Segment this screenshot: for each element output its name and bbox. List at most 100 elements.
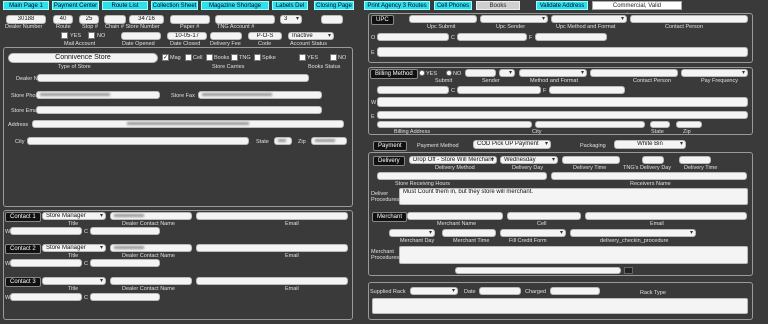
contact-1-name-field[interactable] [110,212,192,220]
contact-2-cell-field[interactable] [90,259,160,267]
billing-state-field[interactable] [650,121,670,128]
paper-field[interactable] [170,15,210,24]
validate-address-button[interactable]: Validate Address [536,1,588,10]
date-opened-field[interactable] [121,32,161,40]
receivers-name-field[interactable] [551,172,747,180]
contact-1-work-phone-field[interactable] [10,227,82,235]
billing-cell-field[interactable] [457,86,541,94]
billing-frequency-select[interactable] [681,69,748,77]
store-fax-field[interactable] [198,91,322,99]
fill-credit-form-select[interactable] [500,229,566,237]
print-agency-button[interactable]: Print Agency 3 Routes [364,1,430,10]
billing-yes-radio[interactable] [419,70,425,76]
contact-2-name-field[interactable] [110,244,192,252]
contact-3-name-field[interactable] [110,277,192,285]
books-status-no-checkbox[interactable] [330,54,337,61]
dealer-number-field[interactable]: 30188 [6,15,46,24]
route-field[interactable]: 40 [53,15,73,24]
billing-submit-field[interactable] [465,69,496,77]
rack-charged-field[interactable] [550,287,600,295]
address-field[interactable] [32,120,344,128]
contact-1-cell-field[interactable] [90,227,160,235]
city-field[interactable] [27,137,249,145]
store-email-field[interactable] [36,106,322,114]
deliver-procedures-field[interactable]: Must Count them in, but they store will … [399,188,748,205]
delivery-fee-field[interactable] [210,32,242,40]
billing-no-radio[interactable] [446,70,452,76]
contact-1-title-select[interactable]: Store Manager [42,212,106,220]
billing-fax-field[interactable] [549,86,625,94]
zip-field[interactable] [311,137,347,145]
carries-mag-checkbox[interactable] [162,54,169,61]
merchant-extra-field[interactable] [455,267,621,274]
store-phone-field[interactable] [36,91,160,99]
date-closed-field[interactable]: 10-05-17 [167,32,207,40]
calendar-icon[interactable] [624,267,633,274]
code-field[interactable]: P-O-S [248,32,282,40]
rack-type-field[interactable] [372,298,748,314]
account-status-select[interactable]: Inactive [288,32,334,40]
billing-email-field[interactable] [377,111,748,119]
upc-sender-select[interactable] [480,15,548,23]
books-status-yes-checkbox[interactable] [299,54,306,61]
checkin-procedure-select[interactable] [570,229,696,237]
contact-3-email-field[interactable] [196,277,348,285]
merchant-email-field[interactable] [585,212,747,220]
store-number-field[interactable]: 34716 [129,15,164,24]
contact-3-cell-field[interactable] [90,293,160,301]
cell-phones-button[interactable]: Cell Phones [434,1,472,10]
billing-sender-select[interactable] [499,69,515,77]
carries-spike-checkbox[interactable] [254,54,261,61]
carries-books-checkbox[interactable] [206,54,213,61]
dealer-name-field[interactable] [37,74,309,82]
closing-page-button[interactable]: Closing Page [314,1,354,10]
tng-count-select[interactable]: 3 [280,15,302,24]
carries-tng-checkbox[interactable] [231,54,238,61]
route-list-button[interactable]: Route List [102,1,148,10]
contact-2-title-select[interactable]: Store Manager [42,244,106,252]
contact-1-email-field[interactable] [196,212,348,220]
contact-3-title-select[interactable] [42,277,106,285]
tng-delivery-time-field[interactable] [679,156,711,164]
merchant-name-field[interactable] [407,212,503,220]
billing-zip-field[interactable] [676,121,702,128]
packaging-select[interactable]: White Bin [614,140,686,149]
collection-sheet-button[interactable]: Collection Sheet [151,1,198,10]
upc-method-select[interactable] [551,15,627,23]
merchant-cell-field[interactable] [507,212,581,220]
billing-city-field[interactable] [535,121,645,128]
labels-del-button[interactable]: Labels Del [272,1,308,10]
contact-2-email-field[interactable] [196,244,348,252]
contact-2-work-phone-field[interactable] [10,259,82,267]
upc-office-field[interactable] [377,33,449,41]
extra-field[interactable] [321,15,343,24]
delivery-time-field[interactable] [562,156,620,164]
merchant-procedures-field[interactable] [399,246,748,264]
merchant-time-field[interactable] [442,229,496,237]
billing-web-field[interactable] [377,97,748,107]
mail-no-checkbox[interactable] [88,32,95,39]
payment-method-select[interactable]: COD Pick UP Payment [473,140,551,149]
merchant-day-select[interactable] [389,229,435,237]
magazine-shortage-button[interactable]: Magazine Shortage [201,1,269,10]
billing-contact-field[interactable] [590,69,678,77]
chain-field[interactable] [104,15,126,24]
payment-center-button[interactable]: Payment Center [52,1,99,10]
rack-date-field[interactable] [479,287,521,295]
delivery-day-select[interactable]: Wednesday [500,156,558,164]
mail-yes-checkbox[interactable] [61,32,68,39]
supplied-rack-select[interactable] [410,287,458,295]
delivery-method-select[interactable]: Drop Off - Store Will Merchant [409,156,497,164]
upc-fax-field[interactable] [535,33,607,41]
billing-office-field[interactable] [377,86,449,94]
tng-account-field[interactable] [215,15,275,24]
upc-contact-field[interactable] [630,15,748,23]
carries-cell-checkbox[interactable] [185,54,192,61]
upc-email-field[interactable] [377,47,748,57]
upc-cell-field[interactable] [457,33,527,41]
billing-method-select[interactable] [519,69,587,77]
store-type-field[interactable]: Connivence Store [8,53,158,63]
books-button[interactable]: Books [476,1,520,10]
upc-submit-field[interactable] [409,15,477,23]
receiving-hours-field[interactable] [377,172,547,180]
